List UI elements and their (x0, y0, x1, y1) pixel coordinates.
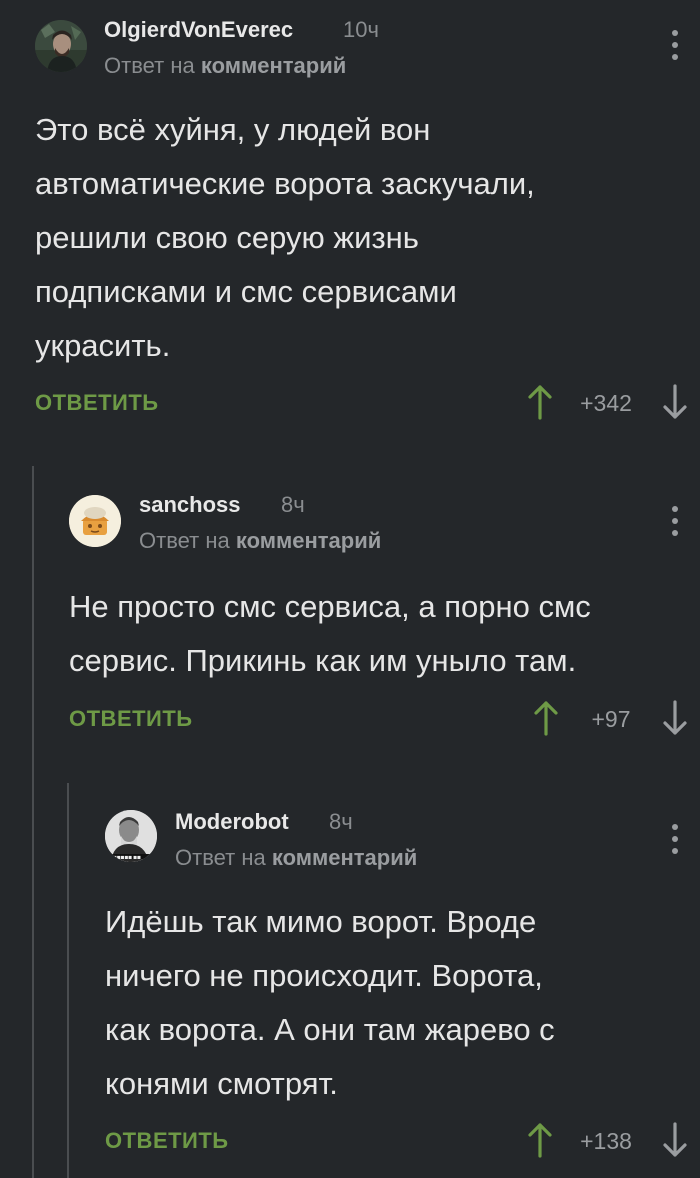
arrow-down-icon[interactable] (662, 384, 688, 420)
reply-target-link[interactable]: комментарий (236, 528, 381, 553)
username[interactable]: sanchoss (139, 492, 241, 518)
comment-time: 10ч (343, 17, 379, 42)
rating: +138 (580, 1128, 632, 1154)
reply-prefix: Ответ на (175, 845, 266, 870)
comments-page: OlgierdVonEverec 10ч Ответ на комментари… (0, 0, 700, 1178)
more-vertical-icon[interactable] (669, 506, 681, 542)
reply-to-line: Ответ на комментарий (104, 53, 346, 79)
comment-text-line: как ворота. А они там жарево с (105, 1012, 555, 1047)
comment-text-line: ничего не происходит. Ворота, (105, 958, 543, 993)
avatar[interactable] (35, 20, 87, 72)
svg-text:■■■■■ ■■: ■■■■■ ■■ (113, 855, 141, 860)
arrow-up-icon[interactable] (527, 1122, 553, 1158)
username[interactable]: Moderobot (175, 809, 289, 835)
avatar-image: ■■■■■ ■■ (105, 810, 157, 862)
more-vertical-icon[interactable] (669, 30, 681, 66)
reply-to-line: Ответ на комментарий (139, 528, 381, 554)
comment-text-line: решили свою серую жизнь (35, 220, 419, 255)
comment-text-line: украсить. (35, 328, 171, 363)
avatar[interactable] (69, 495, 121, 547)
comment-text: Это всё хуйня, у людей вон автоматически… (35, 103, 535, 373)
comment: ■■■■■ ■■ Moderobot 8ч Ответ на комментар… (0, 790, 700, 1178)
reply-prefix: Ответ на (104, 53, 195, 78)
comment-time: 8ч (281, 492, 305, 517)
comment-text-line: автоматические ворота заскучали, (35, 166, 535, 201)
comment-text-line: Это всё хуйня, у людей вон (35, 112, 431, 147)
reply-button[interactable]: ОТВЕТИТЬ (69, 706, 193, 732)
comment-text: Идёшь так мимо ворот. Вроде ничего не пр… (105, 895, 555, 1111)
arrow-up-icon[interactable] (533, 700, 559, 736)
reply-target-link[interactable]: комментарий (272, 845, 417, 870)
rating: +97 (591, 706, 631, 732)
comment-time: 8ч (329, 809, 353, 834)
avatar-image (35, 20, 87, 72)
more-vertical-icon[interactable] (669, 824, 681, 860)
reply-button[interactable]: ОТВЕТИТЬ (35, 390, 159, 416)
comment-text-line: Не просто смс сервиса, а порно смс (69, 589, 591, 624)
arrow-up-icon[interactable] (527, 384, 553, 420)
reply-target-link[interactable]: комментарий (201, 53, 346, 78)
comment-text-line: конями смотрят. (105, 1066, 338, 1101)
username[interactable]: OlgierdVonEverec (104, 17, 293, 43)
reply-prefix: Ответ на (139, 528, 230, 553)
comment-text: Не просто смс сервиса, а порно смс серви… (69, 580, 591, 688)
avatar-image (69, 495, 121, 547)
reply-to-line: Ответ на комментарий (175, 845, 417, 871)
comment-text-line: Идёшь так мимо ворот. Вроде (105, 904, 537, 939)
comment: sanchoss 8ч Ответ на комментарий Не прос… (0, 470, 700, 760)
comment-text-line: подписками и смс сервисами (35, 274, 457, 309)
rating: +342 (580, 390, 632, 416)
arrow-down-icon[interactable] (662, 1122, 688, 1158)
avatar[interactable]: ■■■■■ ■■ (105, 810, 157, 862)
comment-text-line: сервис. Прикинь как им уныло там. (69, 643, 577, 678)
reply-button[interactable]: ОТВЕТИТЬ (105, 1128, 229, 1154)
comment: OlgierdVonEverec 10ч Ответ на комментари… (0, 0, 700, 440)
arrow-down-icon[interactable] (662, 700, 688, 736)
